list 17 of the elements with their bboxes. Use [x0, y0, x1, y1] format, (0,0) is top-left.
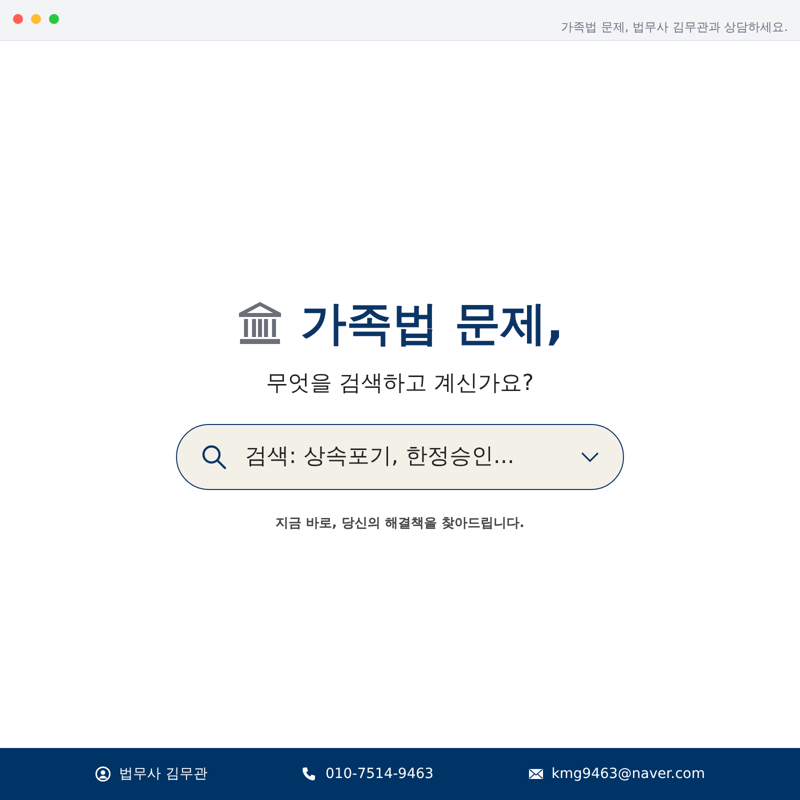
search-bar[interactable]: 검색: 상속포기, 한정승인...: [176, 424, 624, 490]
minimize-dot[interactable]: [31, 14, 41, 24]
subheading: 무엇을 검색하고 계신가요?: [266, 370, 534, 398]
search-icon: [201, 444, 227, 470]
window-title: 가족법 문제, 법무사 김무관과 상담하세요.: [561, 19, 788, 36]
close-dot[interactable]: [13, 14, 23, 24]
phone-icon: [301, 766, 318, 782]
mail-icon: [528, 766, 544, 782]
maximize-dot[interactable]: [49, 14, 59, 24]
phone-number: 010-7514-9463: [325, 764, 434, 784]
chevron-down-icon[interactable]: [581, 452, 599, 462]
tagline: 지금 바로, 당신의 해결책을 찾아드립니다.: [276, 514, 524, 533]
heading: 가족법 문제,: [300, 296, 564, 351]
email-address: kmg9463@naver.com: [552, 764, 705, 784]
search-field[interactable]: 검색: 상속포기, 한정승인...: [243, 439, 565, 474]
contact-name: 법무사 김무관: [119, 764, 208, 784]
person-icon: [95, 766, 111, 782]
